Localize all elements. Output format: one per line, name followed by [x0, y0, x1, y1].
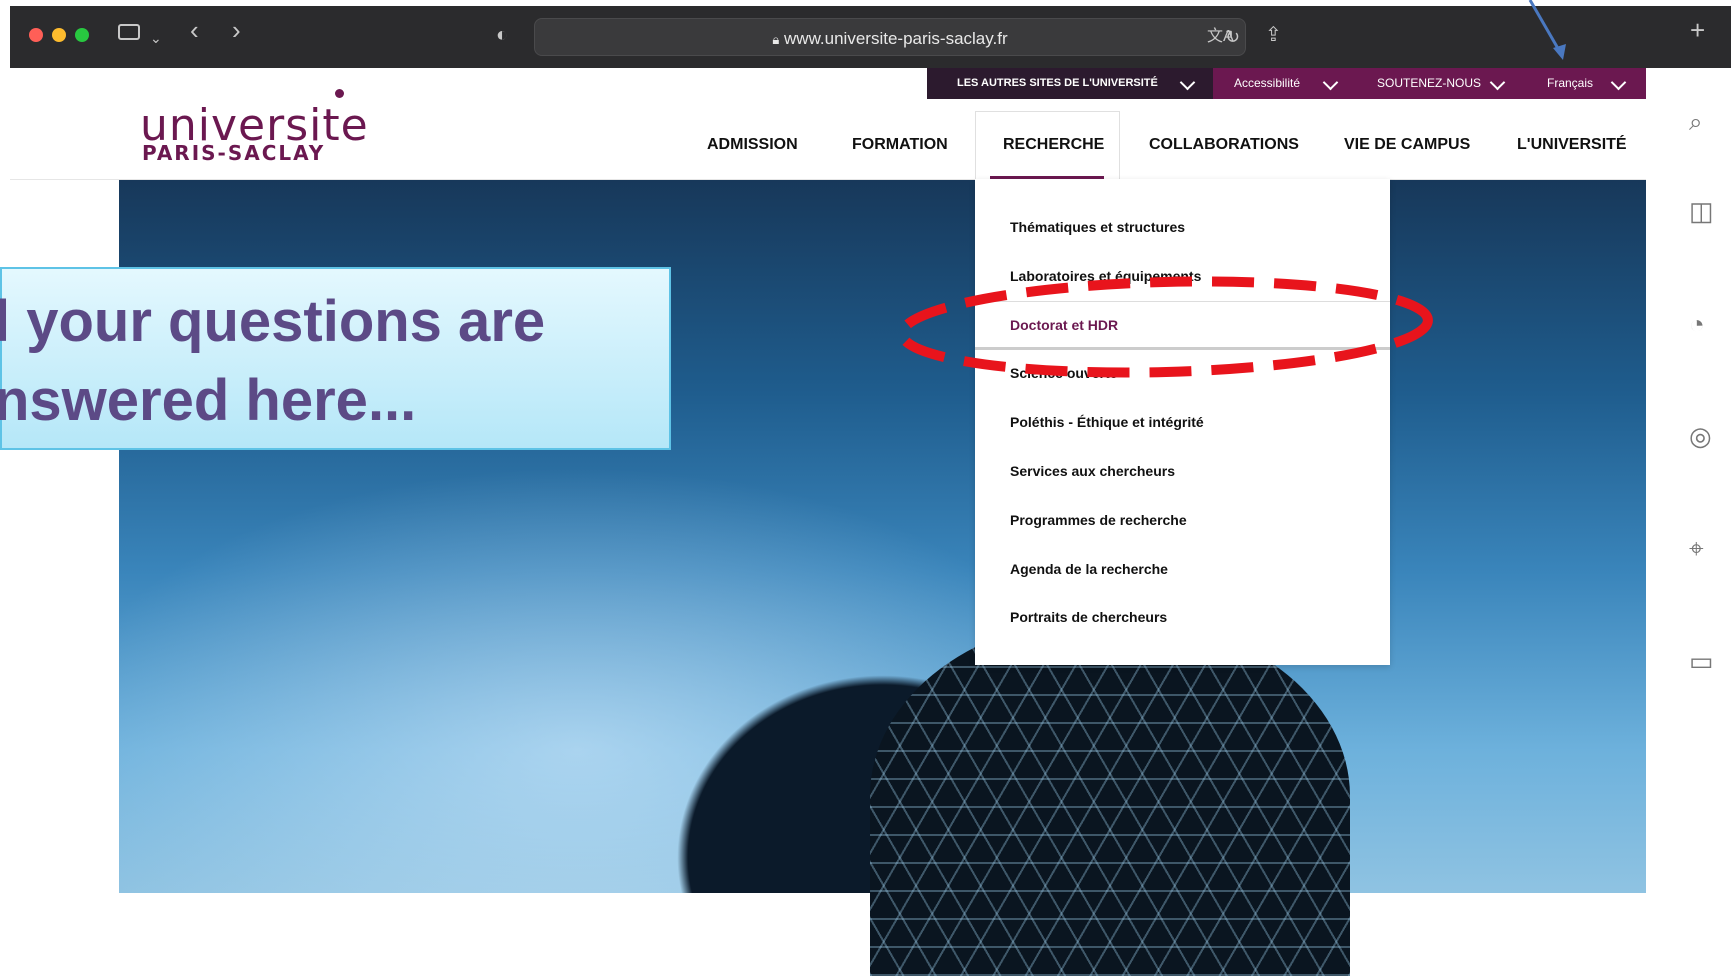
chevron-down-icon — [1610, 74, 1627, 91]
nav-admission[interactable]: ADMISSION — [707, 136, 798, 154]
chevron-down-icon[interactable]: ⌄ — [150, 28, 162, 48]
nav-recherche[interactable]: RECHERCHE — [1003, 136, 1104, 154]
menu-item-services[interactable]: Services aux chercheurs — [1010, 463, 1175, 479]
callout-text-line2: nswered here... — [0, 368, 417, 433]
right-sidebar — [1646, 68, 1731, 893]
menu-item-programmes[interactable]: Programmes de recherche — [1010, 512, 1187, 528]
accessibility-link[interactable]: Accessibilité — [1234, 68, 1300, 99]
globe-icon[interactable]: ◎ — [1689, 423, 1712, 449]
menu-item-portraits[interactable]: Portraits de chercheurs — [1010, 609, 1167, 625]
nav-collaborations[interactable]: COLLABORATIONS — [1149, 136, 1299, 154]
url-text: www.universite-paris-saclay.fr — [784, 29, 1008, 48]
search-icon[interactable]: ⌕ — [1689, 110, 1702, 136]
menu-item-doctorat[interactable]: Doctorat et HDR — [1010, 317, 1118, 333]
menu-item-polethis[interactable]: Poléthis - Éthique et intégrité — [1010, 414, 1204, 430]
callout-text-line1: l your questions are — [0, 289, 546, 354]
menu-item-agenda[interactable]: Agenda de la recherche — [1010, 561, 1168, 577]
lock-icon: 🔒︎ — [772, 32, 780, 47]
new-tab-icon[interactable]: + — [1690, 17, 1705, 43]
share-icon[interactable]: ⇪ — [1265, 25, 1282, 45]
menu-item-science-ouverte[interactable]: Science ouverte — [1010, 365, 1117, 381]
forward-icon[interactable]: › — [232, 17, 241, 43]
chevron-down-icon — [1322, 74, 1339, 91]
reload-icon[interactable]: ↻ — [1225, 27, 1240, 47]
maximize-window-button[interactable] — [75, 28, 89, 42]
chevron-down-icon — [1179, 74, 1196, 91]
nav-l-universite[interactable]: L'UNIVERSITÉ — [1517, 136, 1627, 154]
logo-dot — [335, 89, 344, 98]
utility-bar: Accessibilité SOUTENEZ-NOUS Français — [1213, 68, 1646, 99]
other-sites-label: LES AUTRES SITES DE L'UNIVERSITÉ — [957, 77, 1158, 89]
chat-icon[interactable]: ◔ — [1689, 311, 1705, 337]
geodesic-dome-graphic — [870, 616, 1350, 976]
minimize-window-button[interactable] — [52, 28, 66, 42]
menu-item-thematiques[interactable]: Thématiques et structures — [1010, 219, 1185, 235]
chevron-down-icon — [1489, 74, 1506, 91]
logo-text-paris-saclay[interactable]: PARIS-SACLAY — [142, 141, 325, 165]
close-window-button[interactable] — [29, 28, 43, 42]
address-bar[interactable]: 🔒︎ www.universite-paris-saclay.fr 文A ↻ — [534, 18, 1246, 56]
browser-toolbar: ⌄ ‹ › ◐ 🔒︎ www.universite-paris-saclay.f… — [10, 6, 1731, 68]
laptop-icon[interactable]: ▭ — [1689, 648, 1714, 674]
page-margin — [0, 68, 10, 893]
other-sites-menu[interactable]: LES AUTRES SITES DE L'UNIVERSITÉ — [927, 68, 1213, 99]
menu-item-laboratoires[interactable]: Laboratoires et équipements — [1010, 268, 1201, 284]
back-icon[interactable]: ‹ — [190, 17, 199, 43]
map-pin-icon[interactable]: ⌖ — [1689, 535, 1704, 561]
book-icon[interactable]: ◫ — [1689, 198, 1714, 224]
nav-vie-de-campus[interactable]: VIE DE CAMPUS — [1344, 136, 1470, 154]
shield-icon[interactable]: ◐ — [496, 25, 508, 45]
language-select[interactable]: Français — [1547, 68, 1593, 99]
nav-formation[interactable]: FORMATION — [852, 136, 948, 154]
support-link[interactable]: SOUTENEZ-NOUS — [1377, 68, 1481, 99]
sidebar-icon[interactable] — [118, 24, 140, 40]
